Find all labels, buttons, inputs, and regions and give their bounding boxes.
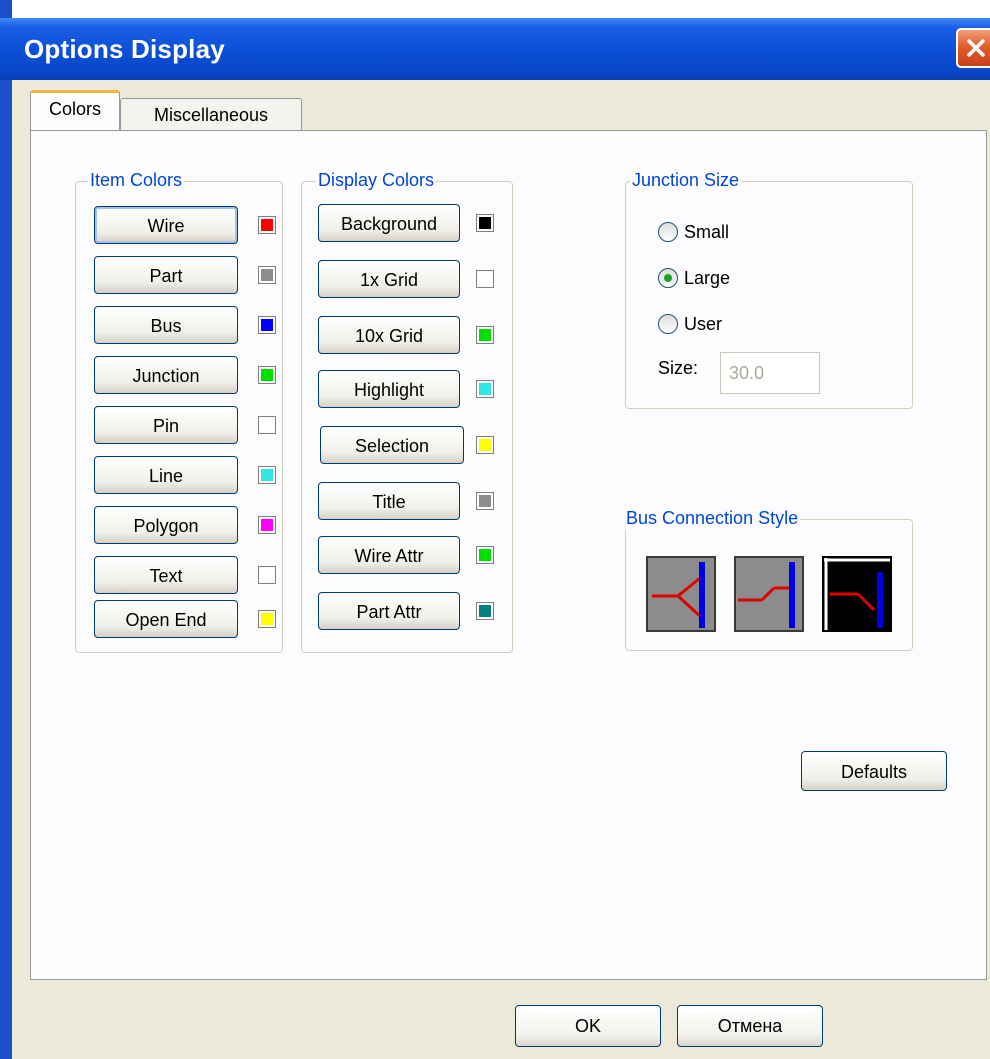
display-color-button-selection[interactable]: Selection — [320, 426, 464, 464]
window-title: Options Display — [24, 34, 225, 64]
bus-angled-icon — [824, 558, 890, 630]
radio-label-large: Large — [684, 268, 731, 288]
item-color-swatch-junction[interactable] — [258, 366, 276, 384]
ok-button[interactable]: OK — [515, 1005, 661, 1047]
radio-label-user: User — [684, 314, 723, 334]
options-display-dialog: Options Display Colors Miscellaneous Ite… — [0, 0, 990, 1059]
display-color-swatch-selection[interactable] — [476, 436, 494, 454]
item-color-swatch-part[interactable] — [258, 266, 276, 284]
screen-top-margin — [0, 0, 990, 18]
radio-selected-dot — [664, 274, 672, 282]
size-label: Size: — [658, 358, 699, 378]
cancel-button[interactable]: Отмена — [677, 1005, 823, 1047]
tab-colors[interactable]: Colors — [30, 90, 120, 130]
display-color-swatch-1x-grid[interactable] — [476, 270, 494, 288]
display-color-button-1x-grid[interactable]: 1x Grid — [318, 260, 460, 298]
item-color-button-polygon[interactable]: Polygon — [94, 506, 238, 544]
display-color-swatch-background[interactable] — [476, 214, 494, 232]
bus-style-step-button[interactable] — [734, 556, 804, 632]
size-input[interactable]: 30.0 — [720, 352, 820, 394]
item-color-swatch-open-end[interactable] — [258, 610, 276, 628]
defaults-button[interactable]: Defaults — [801, 751, 947, 791]
bus-style-angled-button[interactable] — [822, 556, 892, 632]
junction-size-title: Junction Size — [630, 170, 742, 191]
bus-style-branch-button[interactable] — [646, 556, 716, 632]
display-color-swatch-highlight[interactable] — [476, 380, 494, 398]
junction-size-group: Junction Size Small Large User Size: 30.… — [625, 170, 913, 409]
item-colors-group: Item Colors Wire Part Bus Junction Pin L… — [75, 170, 283, 653]
display-colors-title: Display Colors — [316, 170, 437, 191]
display-color-button-wire-attr[interactable]: Wire Attr — [318, 536, 460, 574]
item-color-swatch-line[interactable] — [258, 466, 276, 484]
item-color-button-text[interactable]: Text — [94, 556, 238, 594]
item-color-button-part[interactable]: Part — [94, 256, 238, 294]
display-color-button-title[interactable]: Title — [318, 482, 460, 520]
radio-button-user[interactable] — [658, 314, 678, 334]
display-color-swatch-wire-attr[interactable] — [476, 546, 494, 564]
item-color-swatch-pin[interactable] — [258, 416, 276, 434]
item-color-button-line[interactable]: Line — [94, 456, 238, 494]
item-color-button-open-end[interactable]: Open End — [94, 600, 238, 638]
item-color-button-bus[interactable]: Bus — [94, 306, 238, 344]
display-color-swatch-title[interactable] — [476, 492, 494, 510]
item-color-button-junction[interactable]: Junction — [94, 356, 238, 394]
radio-button-small[interactable] — [658, 222, 678, 242]
display-color-button-background[interactable]: Background — [318, 204, 460, 242]
item-color-button-wire[interactable]: Wire — [94, 206, 238, 244]
bus-connection-style-group: Bus Connection Style — [624, 508, 913, 651]
display-colors-group: Display Colors Background 1x Grid 10x Gr… — [301, 170, 513, 653]
item-color-swatch-bus[interactable] — [258, 316, 276, 334]
display-color-swatch-10x-grid[interactable] — [476, 326, 494, 344]
bus-step-icon — [738, 562, 795, 628]
item-color-button-pin[interactable]: Pin — [94, 406, 238, 444]
display-color-swatch-part-attr[interactable] — [476, 602, 494, 620]
display-color-button-highlight[interactable]: Highlight — [318, 370, 460, 408]
item-color-swatch-polygon[interactable] — [258, 516, 276, 534]
tab-miscellaneous[interactable]: Miscellaneous — [120, 98, 302, 130]
tab-panel-colors: Item Colors Wire Part Bus Junction Pin L… — [30, 130, 987, 980]
item-colors-title: Item Colors — [88, 170, 185, 191]
window-left-frame — [0, 0, 12, 1059]
bus-connection-style-title: Bus Connection Style — [624, 508, 801, 529]
radio-label-small: Small — [684, 222, 730, 242]
display-color-button-part-attr[interactable]: Part Attr — [318, 592, 460, 630]
close-button[interactable] — [956, 28, 990, 68]
item-color-swatch-wire[interactable] — [258, 216, 276, 234]
bus-branch-icon — [652, 562, 705, 628]
close-icon — [966, 38, 986, 58]
display-color-button-10x-grid[interactable]: 10x Grid — [318, 316, 460, 354]
item-color-swatch-text[interactable] — [258, 566, 276, 584]
radio-button-large[interactable] — [658, 268, 678, 288]
